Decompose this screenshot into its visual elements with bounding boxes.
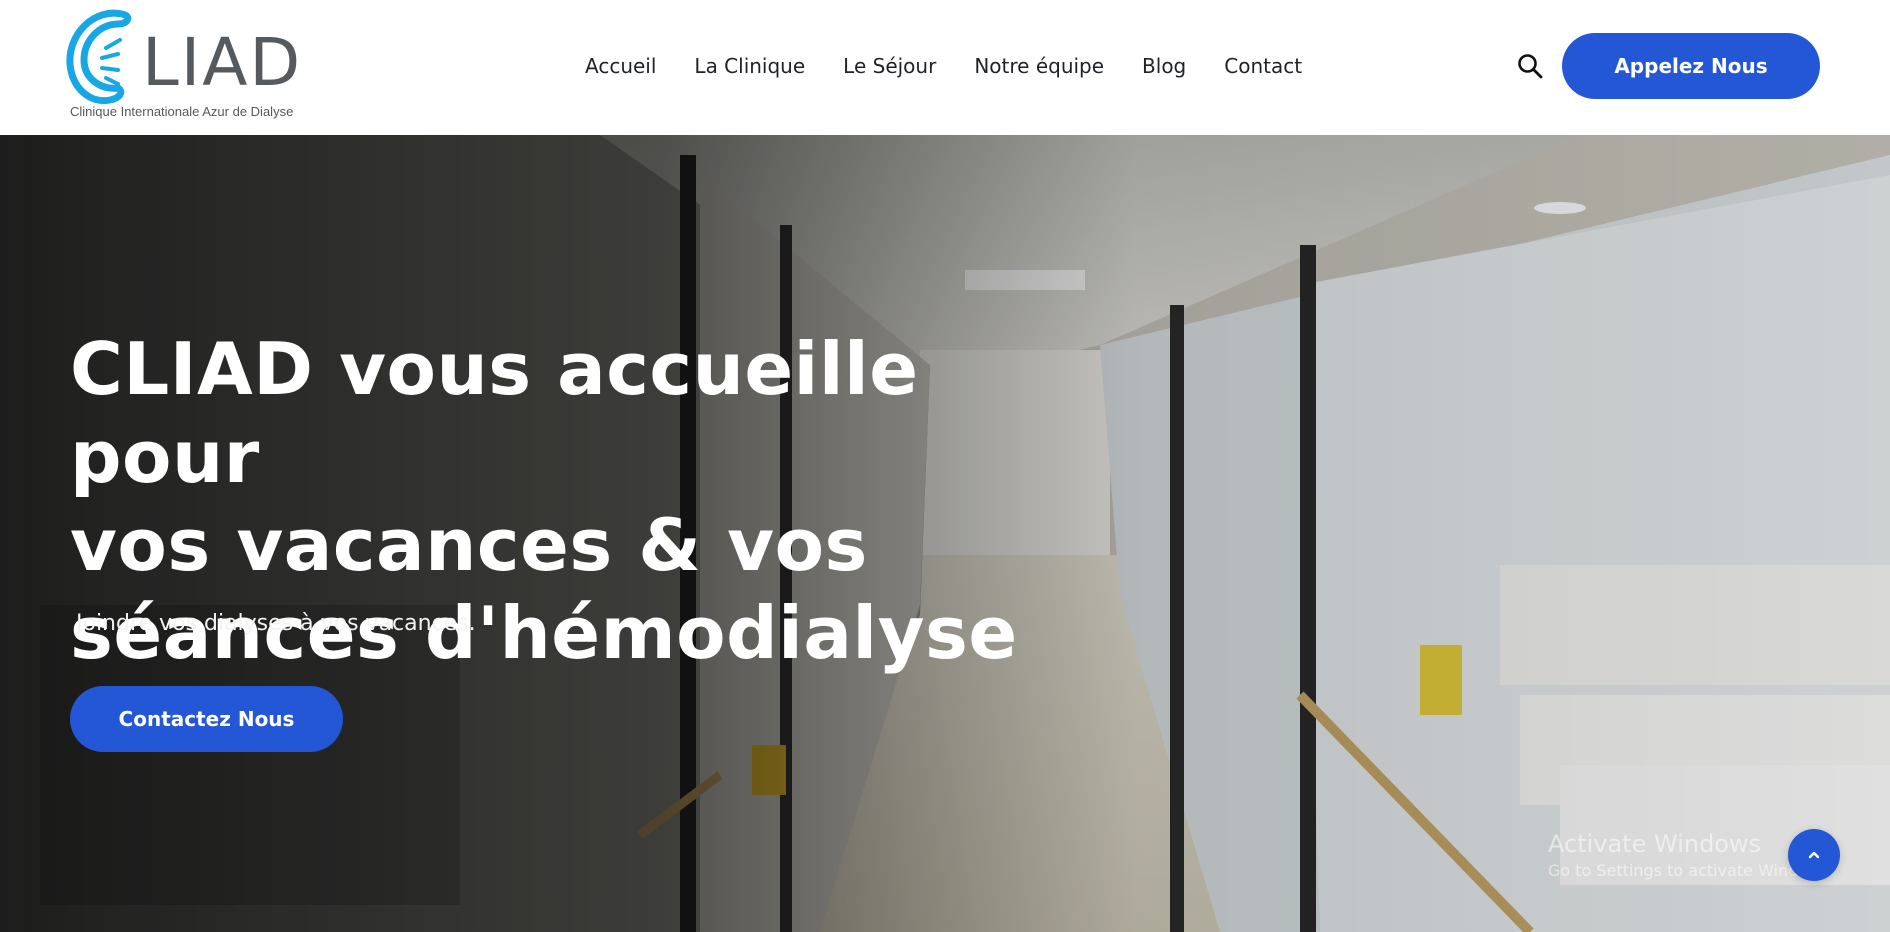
hero-subtitle: Joindre vos dialyses à vos vacances. — [76, 611, 476, 636]
hero-section: CLIAD vous accueille pour vos vacances &… — [0, 135, 1890, 932]
hero-title-line-2: vos vacances & vos — [70, 503, 868, 587]
nav-item-notre-equipe[interactable]: Notre équipe — [974, 52, 1104, 80]
brand-tagline: Clinique Internationale Azur de Dialyse — [70, 104, 294, 119]
chevron-up-icon — [1808, 851, 1820, 859]
scroll-to-top-button[interactable] — [1788, 829, 1840, 881]
hero-title-line-1: CLIAD vous accueille pour — [70, 327, 919, 499]
brand-name: LIAD — [142, 24, 303, 101]
main-nav: Accueil La Clinique Le Séjour Notre équi… — [585, 52, 1302, 80]
nav-item-blog[interactable]: Blog — [1142, 52, 1186, 80]
kidney-c-logo-icon — [66, 9, 132, 105]
nav-item-le-sejour[interactable]: Le Séjour — [843, 52, 936, 80]
site-header: LIAD Clinique Internationale Azur de Dia… — [0, 0, 1890, 135]
search-icon[interactable] — [1516, 52, 1544, 80]
nav-item-accueil[interactable]: Accueil — [585, 52, 656, 80]
call-us-button[interactable]: Appelez Nous — [1562, 33, 1820, 99]
brand-logo[interactable]: LIAD Clinique Internationale Azur de Dia… — [66, 8, 306, 124]
nav-item-contact[interactable]: Contact — [1224, 52, 1302, 80]
contact-us-button[interactable]: Contactez Nous — [70, 686, 343, 752]
nav-item-la-clinique[interactable]: La Clinique — [694, 52, 805, 80]
